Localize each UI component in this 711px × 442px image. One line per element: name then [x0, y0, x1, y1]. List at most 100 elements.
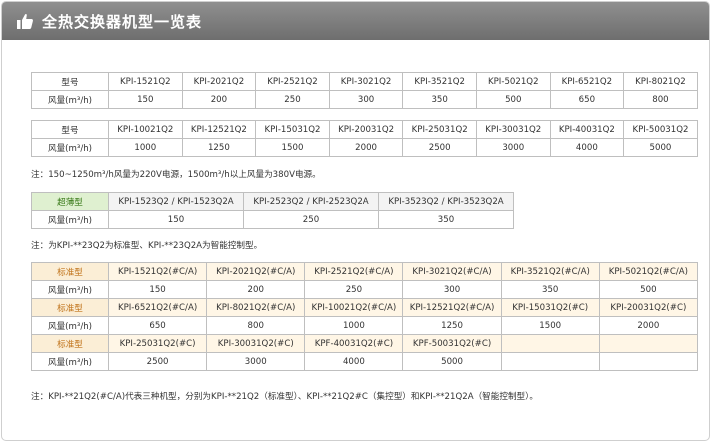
airflow-cell: 150	[108, 210, 244, 229]
airflow-cell: 800	[623, 90, 698, 109]
model-cell: KPF-50031Q2(#C)	[402, 334, 502, 353]
model-cell: KPI-50031Q2	[623, 120, 698, 139]
airflow-cell: 1250	[402, 316, 502, 335]
row-label-airflow: 风量(m³/h)	[31, 280, 109, 299]
model-cell: KPI-40031Q2	[549, 120, 625, 139]
note-power-supply: 注：150~1250m³/h风量为220V电源，1500m³/h以上风量为380…	[31, 170, 321, 180]
airflow-cell: 1500	[500, 316, 600, 335]
airflow-cell: 3000	[206, 352, 306, 371]
table-row: 风量(m³/h) 150 250 350	[31, 210, 514, 229]
airflow-cell: 5000	[402, 352, 502, 371]
row-label-standard: 标准型	[31, 334, 109, 353]
row-label-model: 型号	[31, 72, 109, 91]
table-row: 标准型 KPI-25031Q2(#C) KPI-30031Q2(#C) KPF-…	[31, 334, 698, 353]
model-cell: KPI-20031Q2	[328, 120, 404, 139]
table-row: 型号 KPI-10021Q2 KPI-12521Q2 KPI-15031Q2 K…	[31, 120, 698, 139]
airflow-cell: 150	[107, 280, 208, 299]
model-cell: KPI-3521Q2(#C/A)	[500, 262, 600, 281]
model-cell: KPI-15031Q2	[255, 120, 330, 139]
table-row: 风量(m³/h) 1000 1250 1500 2000 2500 3000 4…	[31, 138, 698, 157]
airflow-cell: 650	[107, 316, 208, 335]
row-label-airflow: 风量(m³/h)	[31, 90, 109, 109]
row-label-airflow: 风量(m³/h)	[31, 316, 109, 335]
model-cell: KPI-25031Q2(#C)	[107, 334, 208, 353]
model-table-2: 型号 KPI-10021Q2 KPI-12521Q2 KPI-15031Q2 K…	[31, 120, 698, 157]
model-cell: KPI-3021Q2(#C/A)	[402, 262, 502, 281]
model-cell: KPI-30031Q2(#C)	[206, 334, 306, 353]
airflow-cell: 2500	[402, 138, 477, 157]
model-cell: KPI-10021Q2	[108, 120, 183, 139]
model-cell: KPI-2521Q2	[255, 72, 330, 91]
airflow-cell: 200	[181, 90, 257, 109]
airflow-cell: 5000	[623, 138, 698, 157]
airflow-cell: 250	[304, 280, 404, 299]
airflow-cell: 250	[255, 90, 330, 109]
table-row: 风量(m³/h) 650 800 1000 1250 1500 2000	[31, 316, 698, 335]
airflow-cell: 350	[500, 280, 600, 299]
model-cell: KPI-25031Q2	[402, 120, 477, 139]
ultra-thin-table: 超薄型 KPI-1523Q2 / KPI-1523Q2A KPI-2523Q2 …	[31, 192, 514, 229]
model-cell: KPI-8021Q2(#C/A)	[206, 298, 306, 317]
airflow-cell: 500	[598, 280, 698, 299]
airflow-cell: 3000	[475, 138, 551, 157]
row-label-standard: 标准型	[31, 298, 109, 317]
airflow-cell: 2000	[598, 316, 698, 335]
airflow-cell: 250	[243, 210, 379, 229]
model-cell	[500, 334, 600, 353]
row-label-airflow: 风量(m³/h)	[31, 352, 109, 371]
airflow-cell: 350	[378, 210, 514, 229]
table-row: 超薄型 KPI-1523Q2 / KPI-1523Q2A KPI-2523Q2 …	[31, 192, 514, 211]
model-cell: KPI-15031Q2(#C)	[500, 298, 600, 317]
model-cell: KPI-30031Q2	[475, 120, 551, 139]
page-title: 全热交换器机型一览表	[42, 12, 203, 31]
model-cell: KPI-5021Q2(#C/A)	[598, 262, 698, 281]
model-cell: KPI-2021Q2(#C/A)	[206, 262, 306, 281]
row-label-airflow: 风量(m³/h)	[31, 138, 109, 157]
note-model-variants: 注：KPI-**21Q2(#C/A)代表三种机型，分别为KPI-**21Q2（标…	[31, 392, 539, 402]
model-cell: KPI-1521Q2(#C/A)	[107, 262, 208, 281]
model-cell: KPI-2523Q2 / KPI-2523Q2A	[243, 192, 379, 211]
model-cell: KPI-12521Q2(#C/A)	[402, 298, 502, 317]
row-label-standard: 标准型	[31, 262, 109, 281]
airflow-cell: 1500	[255, 138, 330, 157]
airflow-cell: 200	[206, 280, 306, 299]
table-row: 标准型 KPI-1521Q2(#C/A) KPI-2021Q2(#C/A) KP…	[31, 262, 698, 281]
model-cell: KPI-2021Q2	[181, 72, 257, 91]
standard-table: 标准型 KPI-1521Q2(#C/A) KPI-2021Q2(#C/A) KP…	[31, 262, 698, 371]
product-panel: 全热交换器机型一览表 型号 KPI-1521Q2 KPI-2021Q2 KPI-…	[1, 1, 710, 441]
airflow-cell: 300	[402, 280, 502, 299]
table-row: 标准型 KPI-6521Q2(#C/A) KPI-8021Q2(#C/A) KP…	[31, 298, 698, 317]
model-cell: KPI-5021Q2	[475, 72, 551, 91]
airflow-cell	[598, 352, 698, 371]
model-cell: KPI-3521Q2	[402, 72, 477, 91]
model-cell: KPI-1521Q2	[108, 72, 183, 91]
table-row: 风量(m³/h) 150 200 250 300 350 500 650 800	[31, 90, 698, 109]
airflow-cell	[500, 352, 600, 371]
panel-header: 全热交换器机型一览表	[2, 2, 709, 40]
airflow-cell: 800	[206, 316, 306, 335]
airflow-cell: 650	[549, 90, 625, 109]
airflow-cell: 300	[328, 90, 404, 109]
model-cell: KPI-3523Q2 / KPI-3523Q2A	[378, 192, 514, 211]
airflow-cell: 1250	[181, 138, 257, 157]
model-cell	[598, 334, 698, 353]
airflow-cell: 2000	[328, 138, 404, 157]
model-cell: KPI-6521Q2(#C/A)	[107, 298, 208, 317]
airflow-cell: 1000	[304, 316, 404, 335]
airflow-cell: 4000	[549, 138, 625, 157]
airflow-cell: 350	[402, 90, 477, 109]
model-cell: KPI-6521Q2	[549, 72, 625, 91]
table-row: 风量(m³/h) 2500 3000 4000 5000	[31, 352, 698, 371]
row-label-ultra-thin: 超薄型	[31, 192, 109, 211]
table-row: 型号 KPI-1521Q2 KPI-2021Q2 KPI-2521Q2 KPI-…	[31, 72, 698, 91]
thumbs-up-icon	[14, 10, 36, 32]
table-row: 风量(m³/h) 150 200 250 300 350 500	[31, 280, 698, 299]
model-cell: KPF-40031Q2(#C)	[304, 334, 404, 353]
model-cell: KPI-2521Q2(#C/A)	[304, 262, 404, 281]
model-cell: KPI-12521Q2	[181, 120, 257, 139]
model-cell: KPI-8021Q2	[623, 72, 698, 91]
row-label-airflow: 风量(m³/h)	[31, 210, 109, 229]
model-table-1: 型号 KPI-1521Q2 KPI-2021Q2 KPI-2521Q2 KPI-…	[31, 72, 698, 109]
airflow-cell: 2500	[107, 352, 208, 371]
model-cell: KPI-3021Q2	[328, 72, 404, 91]
